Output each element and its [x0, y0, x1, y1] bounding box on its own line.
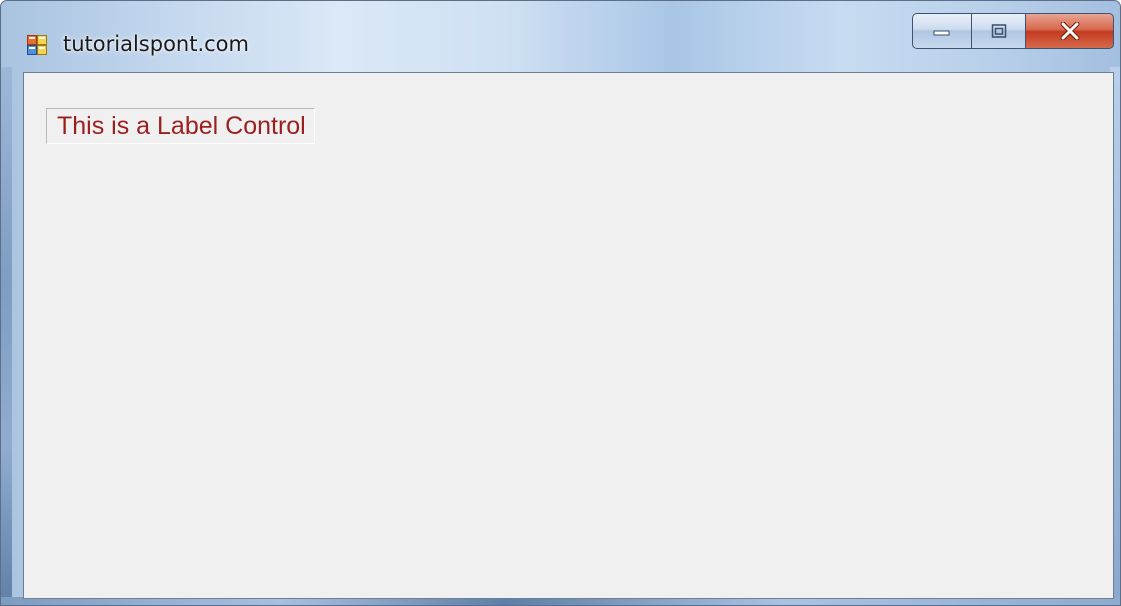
- maximize-button[interactable]: [971, 13, 1025, 49]
- form-client-area: This is a Label Control: [23, 72, 1114, 599]
- minimize-button[interactable]: [912, 13, 971, 49]
- close-button[interactable]: [1025, 13, 1114, 49]
- title-bar[interactable]: tutorialspont.com: [1, 1, 1120, 67]
- window-title: tutorialspont.com: [63, 32, 249, 56]
- label-control: This is a Label Control: [46, 108, 315, 144]
- caption-buttons: [912, 13, 1114, 49]
- close-icon: [1060, 22, 1079, 40]
- minimize-icon: [933, 30, 950, 36]
- winforms-app-icon[interactable]: [27, 35, 47, 55]
- window-frame-left: [1, 67, 12, 605]
- maximize-icon: [991, 24, 1006, 38]
- app-window: tutorialspont.com This is a Label Contro…: [0, 0, 1121, 606]
